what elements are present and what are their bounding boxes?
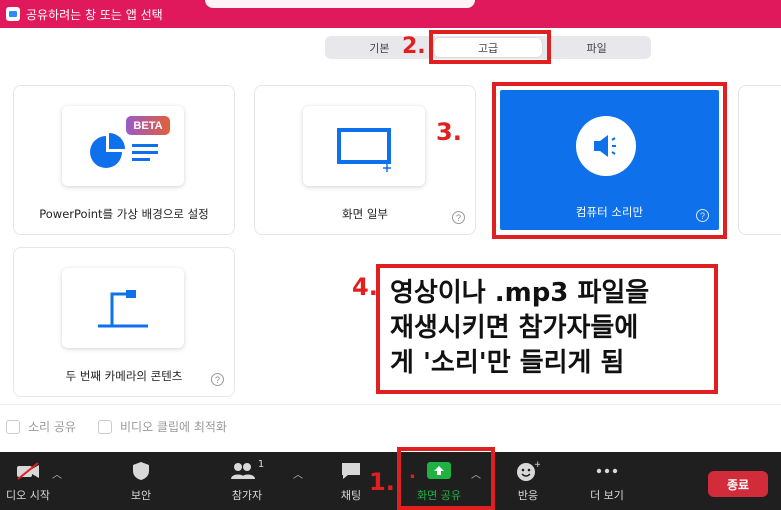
title-bar: 공유하려는 창 또는 앱 선택	[0, 0, 781, 28]
video-options-caret-icon[interactable]: ︿	[52, 466, 62, 481]
svg-text:+: +	[534, 460, 540, 470]
annotation-box-step3	[492, 82, 727, 239]
zoom-app-icon	[6, 7, 20, 21]
reactions-label: 반응	[517, 489, 539, 502]
card-screen-portion[interactable]: 화면 일부 ?	[254, 85, 476, 235]
note-line: 영상이나 .mp3 파일을	[390, 278, 650, 308]
more-dots-icon	[596, 459, 618, 483]
share-sound-checkbox[interactable]	[6, 419, 20, 434]
participants-count: 1	[257, 459, 265, 470]
note-line: 게 '소리'만 들리게 됨	[390, 348, 625, 378]
window-title: 공유하려는 창 또는 앱 선택	[26, 7, 163, 22]
annotation-box-step2	[429, 30, 551, 64]
chat-icon	[340, 459, 362, 483]
reactions-button[interactable]: + 반응	[503, 452, 553, 510]
annotation-note: 영상이나 .mp3 파일을 재생시키면 참가자들에 게 '소리'만 들리게 됨	[376, 264, 718, 394]
screen-portion-icon	[337, 128, 391, 172]
card-partial[interactable]	[738, 85, 781, 235]
annotation-step2: 2.	[402, 34, 426, 59]
annotation-step4: 4.	[352, 273, 378, 301]
emoji-icon: +	[516, 459, 540, 483]
participants-icon: 1	[230, 459, 264, 483]
optimize-video-label: 비디오 클립에 최적화	[119, 420, 227, 434]
share-sound-option[interactable]: 소리 공유	[6, 418, 76, 435]
card-screen-portion-label: 화면 일부	[342, 207, 388, 221]
second-camera-thumbnail	[62, 268, 184, 348]
card-powerpoint-label: PowerPoint를 가상 배경으로 설정	[39, 207, 209, 221]
separator	[0, 404, 781, 405]
optimize-video-option[interactable]: 비디오 클립에 최적화	[97, 418, 227, 435]
card-second-camera[interactable]: 두 번째 카메라의 콘텐츠 ?	[13, 247, 235, 397]
optimize-video-checkbox[interactable]	[97, 419, 112, 434]
start-video-button[interactable]: 디오 시작	[0, 452, 56, 510]
top-scribble-overlay	[205, 0, 475, 8]
more-label: 더 보기	[590, 489, 624, 502]
annotation-step3: 3.	[436, 118, 462, 146]
screen-portion-thumbnail	[303, 106, 425, 186]
powerpoint-thumbnail: BETA	[62, 106, 184, 186]
security-label: 보안	[130, 489, 152, 502]
more-button[interactable]: 더 보기	[582, 452, 632, 510]
security-button[interactable]: 보안	[116, 452, 166, 510]
help-icon[interactable]: ?	[452, 211, 465, 224]
card-powerpoint-background[interactable]: BETA PowerPoint를 가상 배경으로 설정	[13, 85, 235, 235]
document-camera-icon	[98, 290, 148, 328]
beta-badge: BETA	[126, 116, 170, 135]
video-off-icon	[15, 459, 41, 483]
annotation-step1: 1.	[369, 468, 395, 496]
card-second-camera-label: 두 번째 카메라의 콘텐츠	[65, 369, 183, 383]
participants-label: 참가자	[231, 489, 263, 502]
share-sound-label: 소리 공유	[28, 420, 76, 434]
tab-files[interactable]: 파일	[542, 36, 651, 59]
annotation-step1-dot: .	[409, 462, 416, 483]
start-video-label: 디오 시작	[6, 489, 50, 502]
end-meeting-button[interactable]: 종료	[708, 471, 768, 497]
help-icon[interactable]: ?	[211, 373, 224, 386]
participants-button[interactable]: 1 참가자	[222, 452, 272, 510]
shield-icon	[132, 459, 150, 483]
share-options: 소리 공유 비디오 클립에 최적화	[6, 418, 249, 435]
participants-caret-icon[interactable]: ︿	[293, 466, 303, 481]
chat-label: 채팅	[340, 489, 362, 502]
note-line: 재생시키면 참가자들에	[390, 313, 639, 343]
